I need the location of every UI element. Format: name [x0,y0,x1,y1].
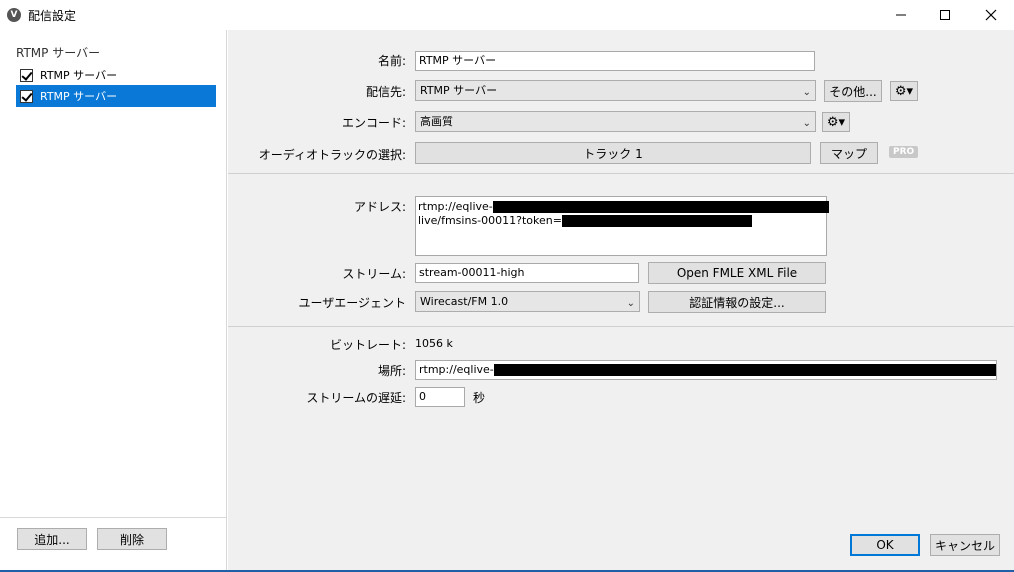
user-agent-label: ユーザエージェント [298,296,406,310]
settings-panel: 名前: RTMP サーバー 配信先: RTMP サーバー ⌄ その他... ⚙▾… [228,30,1014,572]
user-agent-select[interactable]: Wirecast/FM 1.0 ⌄ [415,291,640,312]
location-value: rtmp://eqlive- [419,363,494,376]
destination-label: 配信先: [365,85,406,99]
sidebar-divider [0,517,227,518]
pro-badge: PRO [889,146,919,158]
close-button[interactable] [968,0,1014,30]
audio-track-label: オーディオトラックの選択: [258,148,406,162]
delay-input[interactable]: 0 [415,387,465,407]
map-button[interactable]: マップ [820,142,878,164]
stream-input[interactable]: stream-00011-high [415,263,639,283]
server-list-sidebar: RTMP サーバー RTMP サーバー RTMP サーバー 追加... 削除 [0,30,227,572]
location-field: rtmp://eqlive- [415,360,997,380]
encode-label: エンコード: [341,116,406,130]
address-line-2: live/fmsins-00011?token= [418,214,562,227]
destination-value: RTMP サーバー [420,84,498,97]
other-button[interactable]: その他... [824,80,882,102]
cancel-button[interactable]: キャンセル [930,534,1000,556]
audio-track-button[interactable]: トラック 1 [415,142,811,164]
ok-button[interactable]: OK [850,534,920,556]
maximize-icon [940,10,950,20]
minimize-icon [896,14,906,16]
chevron-down-icon: ⌄ [626,298,635,309]
maximize-button[interactable] [922,0,968,30]
delay-unit: 秒 [473,391,486,405]
redaction-bar [561,215,752,227]
name-label: 名前: [377,54,406,68]
encode-select[interactable]: 高画質 ⌄ [415,111,816,132]
destination-select[interactable]: RTMP サーバー ⌄ [415,80,816,101]
window-title: 配信設定 [28,9,77,23]
server-item-label: RTMP サーバー [40,69,118,82]
encode-value: 高画質 [420,115,453,128]
redaction-bar [492,201,829,213]
chevron-down-icon: ⌄ [802,118,811,129]
gear-dropdown-icon: ⚙▾ [894,83,914,99]
server-list-item-selected[interactable]: RTMP サーバー [16,85,216,107]
user-agent-value: Wirecast/FM 1.0 [420,295,509,308]
name-input[interactable]: RTMP サーバー [415,51,815,71]
redaction-bar [493,364,996,376]
location-label: 場所: [377,364,406,378]
destination-settings-button[interactable]: ⚙▾ [890,81,918,101]
gear-dropdown-icon: ⚙▾ [826,114,846,130]
enabled-checkbox[interactable] [20,89,33,103]
server-list-item[interactable]: RTMP サーバー [16,64,216,86]
encode-settings-button[interactable]: ⚙▾ [822,112,850,132]
stream-label: ストリーム: [342,267,406,281]
bitrate-label: ビットレート: [329,338,406,352]
address-line-1: rtmp://eqlive- [418,200,493,213]
chevron-down-icon: ⌄ [802,87,811,98]
section-divider [228,326,1014,327]
section-divider [228,173,1014,174]
delay-label: ストリームの遅延: [306,391,406,405]
add-button[interactable]: 追加... [17,528,87,550]
address-textarea[interactable]: rtmp://eqlive- live/fmsins-00011?token= [415,196,829,256]
bitrate-value: 1056 k [415,337,453,350]
address-label: アドレス: [353,200,406,214]
open-fmle-button[interactable]: Open FMLE XML File [648,262,826,284]
title-bar: V 配信設定 [0,0,1014,30]
server-item-label: RTMP サーバー [40,90,118,103]
close-icon [985,9,997,21]
tree-root-label: RTMP サーバー [16,46,101,60]
minimize-button[interactable] [878,0,924,30]
delete-button[interactable]: 削除 [97,528,167,550]
enabled-checkbox[interactable] [20,68,33,82]
app-logo-icon: V [7,8,21,22]
auth-settings-button[interactable]: 認証情報の設定... [648,291,826,313]
